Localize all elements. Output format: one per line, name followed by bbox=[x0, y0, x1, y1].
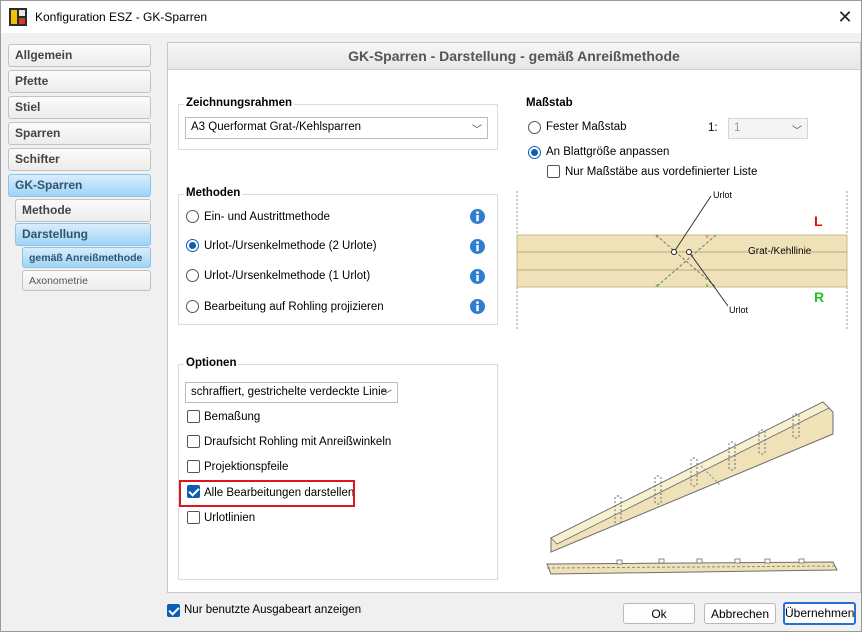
label-nur-liste: Nur Maßstäbe aus vordefinierter Liste bbox=[565, 166, 758, 178]
svg-text:×: × bbox=[705, 283, 709, 290]
grat-kehllinie-label: Grat-/Kehllinie bbox=[748, 246, 812, 257]
info-icon[interactable] bbox=[469, 208, 486, 225]
nav-item-allgemein[interactable]: Allgemein bbox=[8, 44, 151, 67]
title-bar: Konfiguration ESZ - GK-Sparren ✕ bbox=[1, 1, 861, 33]
zeichnungsrahmen-value: A3 Querformat Grat-/Kehlsparren bbox=[191, 121, 362, 133]
close-icon[interactable]: ✕ bbox=[835, 7, 855, 27]
checkbox-draufsicht-rohling[interactable] bbox=[187, 435, 200, 448]
checkbox-urlotlinien[interactable] bbox=[187, 511, 200, 524]
urlot-diagram: × × × × bbox=[516, 191, 848, 329]
label-ein-austrittmethode: Ein- und Austrittmethode bbox=[204, 211, 330, 223]
nav-label: Axonometrie bbox=[29, 275, 88, 287]
nav-label: GK-Sparren bbox=[15, 178, 83, 192]
nav-label: Darstellung bbox=[22, 227, 89, 241]
ratio-value: 1 bbox=[734, 122, 741, 134]
label-an-blattgroesse: An Blattgröße anpassen bbox=[546, 146, 670, 158]
label-rohling-projizieren: Bearbeitung auf Rohling projizieren bbox=[204, 301, 384, 313]
zeichnungsrahmen-select[interactable]: A3 Querformat Grat-/Kehlsparren ﹀ bbox=[185, 117, 488, 139]
style-value: schraffiert, gestrichelte verdeckte Lini… bbox=[191, 386, 388, 398]
info-icon[interactable] bbox=[469, 268, 486, 285]
nav-item-methode[interactable]: Methode bbox=[15, 199, 151, 222]
group-title-zeichnungsrahmen: Zeichnungsrahmen bbox=[184, 97, 295, 109]
abbrechen-button[interactable]: Abbrechen bbox=[704, 603, 776, 624]
highlight-box bbox=[179, 480, 355, 507]
nav-item-stiel[interactable]: Stiel bbox=[8, 96, 151, 119]
window-title: Konfiguration ESZ - GK-Sparren bbox=[35, 10, 208, 24]
group-title-massstab: Maßstab bbox=[524, 97, 575, 109]
info-icon[interactable] bbox=[469, 298, 486, 315]
checkbox-nur-benutzte[interactable] bbox=[167, 604, 180, 617]
svg-text:×: × bbox=[655, 283, 659, 290]
nav-item-gemaess-anreissmethode[interactable]: gemäß Anreißmethode bbox=[22, 247, 151, 268]
nav-item-schifter[interactable]: Schifter bbox=[8, 148, 151, 171]
group-title-methoden: Methoden bbox=[184, 187, 243, 199]
checkbox-projektionspfeile[interactable] bbox=[187, 460, 200, 473]
uebernehmen-button[interactable]: Übernehmen bbox=[783, 602, 856, 625]
ok-button[interactable]: Ok bbox=[623, 603, 695, 624]
dialog-window: Konfiguration ESZ - GK-Sparren ✕ Allgeme… bbox=[0, 0, 862, 632]
group-title-optionen: Optionen bbox=[184, 357, 239, 369]
radio-urlot-2[interactable] bbox=[186, 239, 199, 252]
label-fester-massstab: Fester Maßstab bbox=[546, 121, 627, 133]
right-marker: R bbox=[814, 289, 825, 305]
svg-text:×: × bbox=[705, 234, 709, 241]
label-urlot-1: Urlot-/Ursenkelmethode (1 Urlot) bbox=[204, 270, 371, 282]
panel-header: GK-Sparren - Darstellung - gemäß Anreißm… bbox=[168, 43, 860, 70]
svg-text:×: × bbox=[655, 234, 659, 241]
chevron-down-icon: ﹀ bbox=[792, 126, 802, 137]
nav-item-gk-sparren[interactable]: GK-Sparren bbox=[8, 174, 151, 197]
nav-item-sparren[interactable]: Sparren bbox=[8, 122, 151, 145]
label-urlotlinien: Urlotlinien bbox=[204, 512, 256, 524]
radio-fester-massstab[interactable] bbox=[528, 121, 541, 134]
label-projektionspfeile: Projektionspfeile bbox=[204, 461, 289, 473]
label-draufsicht-rohling: Draufsicht Rohling mit Anreißwinkeln bbox=[204, 436, 392, 448]
checkbox-nur-liste[interactable] bbox=[547, 165, 560, 178]
nav-label: Schifter bbox=[15, 152, 60, 166]
nav-item-axonometrie[interactable]: Axonometrie bbox=[22, 270, 151, 291]
nav-item-darstellung[interactable]: Darstellung bbox=[15, 223, 151, 246]
nav-label: Methode bbox=[22, 203, 72, 217]
nav-label: Pfette bbox=[15, 74, 49, 88]
nav-item-pfette[interactable]: Pfette bbox=[8, 70, 151, 93]
nav-label: Allgemein bbox=[15, 48, 73, 62]
nav-label: Sparren bbox=[15, 126, 61, 140]
label-urlot-2: Urlot-/Ursenkelmethode (2 Urlote) bbox=[204, 240, 377, 252]
rafter-preview bbox=[546, 401, 838, 575]
radio-ein-austrittmethode[interactable] bbox=[186, 210, 199, 223]
ratio-prefix: 1: bbox=[708, 122, 718, 134]
radio-urlot-1[interactable] bbox=[186, 269, 199, 282]
left-marker: L bbox=[814, 213, 823, 229]
info-icon[interactable] bbox=[469, 238, 486, 255]
nav-label: gemäß Anreißmethode bbox=[29, 252, 143, 264]
label-nur-benutzte: Nur benutzte Ausgabeart anzeigen bbox=[184, 604, 362, 616]
checkbox-bemassung[interactable] bbox=[187, 410, 200, 423]
chevron-down-icon: ﹀ bbox=[472, 125, 482, 136]
radio-an-blattgroesse[interactable] bbox=[528, 146, 541, 159]
nav-label: Stiel bbox=[15, 100, 41, 114]
radio-rohling-projizieren[interactable] bbox=[186, 300, 199, 313]
label-bemassung: Bemaßung bbox=[204, 411, 261, 423]
massstab-ratio-select[interactable]: 1 ﹀ bbox=[728, 118, 808, 139]
chevron-down-icon: ﹀ bbox=[382, 390, 392, 401]
darstellung-style-select[interactable]: schraffiert, gestrichelte verdeckte Lini… bbox=[185, 382, 398, 403]
app-icon bbox=[9, 8, 27, 26]
urlot-bottom-label: Urlot bbox=[729, 305, 749, 315]
urlot-top-label: Urlot bbox=[713, 190, 733, 200]
